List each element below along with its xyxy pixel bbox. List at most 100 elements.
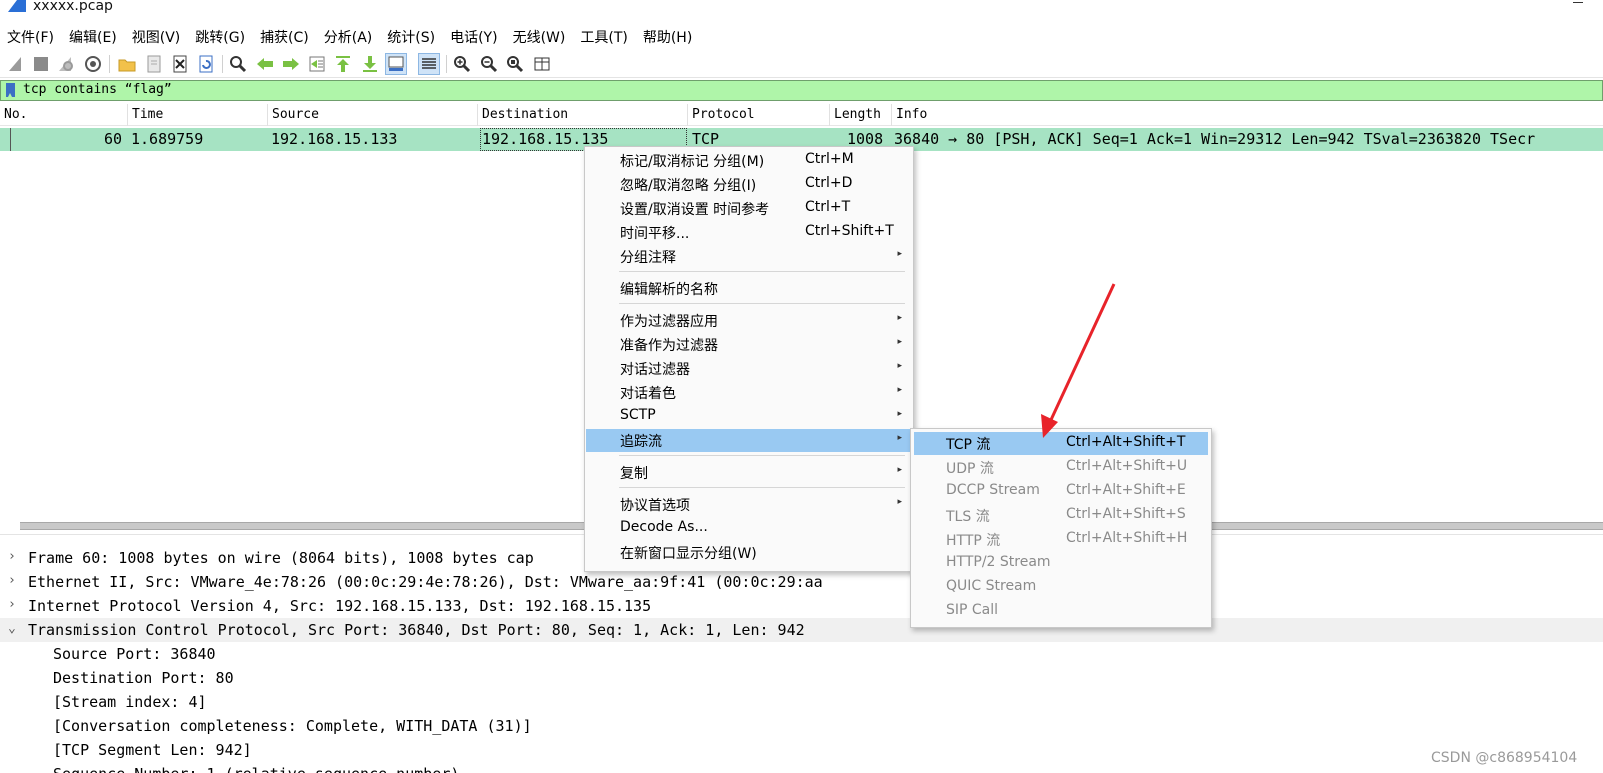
colorize-icon[interactable] bbox=[418, 53, 440, 75]
menu-item-label: UDP 流 bbox=[946, 461, 994, 477]
wireshark-logo-icon bbox=[8, 0, 26, 12]
menu-item-label: HTTP/2 Stream bbox=[946, 554, 1051, 570]
menu-item-label: 忽略/取消忽略 分组(I) bbox=[620, 178, 757, 194]
menu-item-apply-as-filter[interactable]: 作为过滤器应用 ▸ bbox=[586, 309, 912, 332]
menu-statistics[interactable]: 统计(S) bbox=[380, 24, 443, 48]
menu-item-label: 在新窗口显示分组(W) bbox=[620, 546, 757, 562]
submenu-item-sip-call[interactable]: SIP Call bbox=[914, 600, 1208, 623]
menu-item-protocol-preferences[interactable]: 协议首选项 ▸ bbox=[586, 493, 912, 516]
detail-row-seq-number[interactable]: Sequence Number: 1 (relative sequence nu… bbox=[0, 762, 1603, 773]
column-header-protocol[interactable]: Protocol bbox=[688, 104, 830, 126]
detail-row-src-port[interactable]: Source Port: 36840 bbox=[0, 642, 1603, 666]
zoom-normal-icon[interactable] bbox=[505, 54, 525, 74]
go-back-icon[interactable] bbox=[255, 54, 275, 74]
stop-icon[interactable] bbox=[31, 54, 51, 74]
submenu-item-tcp-stream[interactable]: TCP 流 Ctrl+Alt+Shift+T bbox=[914, 432, 1208, 455]
zoom-out-icon[interactable] bbox=[479, 54, 499, 74]
menu-file[interactable]: 文件(F) bbox=[0, 24, 62, 48]
save-file-icon[interactable] bbox=[144, 54, 164, 74]
menu-help[interactable]: 帮助(H) bbox=[636, 24, 700, 48]
menu-item-edit-resolved-name[interactable]: 编辑解析的名称 bbox=[586, 277, 912, 300]
submenu-item-quic-stream[interactable]: QUIC Stream bbox=[914, 576, 1208, 599]
menu-view[interactable]: 视图(V) bbox=[125, 24, 189, 48]
submenu-item-http2-stream[interactable]: HTTP/2 Stream bbox=[914, 552, 1208, 575]
menu-analyze[interactable]: 分析(A) bbox=[317, 24, 381, 48]
display-filter-bar[interactable]: tcp contains “flag” bbox=[0, 80, 1603, 101]
menu-item-conversation-filter[interactable]: 对话过滤器 ▸ bbox=[586, 357, 912, 380]
submenu-item-udp-stream[interactable]: UDP 流 Ctrl+Alt+Shift+U bbox=[914, 456, 1208, 479]
menu-item-shortcut: Ctrl+M bbox=[805, 151, 854, 167]
zoom-in-icon[interactable] bbox=[452, 54, 472, 74]
window-title: xxxxx.pcap bbox=[33, 0, 113, 14]
menu-item-time-shift[interactable]: 时间平移... Ctrl+Shift+T bbox=[586, 221, 912, 244]
detail-row-stream-index[interactable]: [Stream index: 4] bbox=[0, 690, 1603, 714]
detail-row-completeness[interactable]: [Conversation completeness: Complete, WI… bbox=[0, 714, 1603, 738]
column-header-destination[interactable]: Destination bbox=[478, 104, 688, 126]
open-file-icon[interactable] bbox=[117, 54, 137, 74]
menu-item-follow-stream[interactable]: 追踪流 ▸ bbox=[586, 429, 912, 452]
submenu-item-dccp-stream[interactable]: DCCP Stream Ctrl+Alt+Shift+E bbox=[914, 480, 1208, 503]
go-forward-icon[interactable] bbox=[281, 54, 301, 74]
collapse-arrow-icon[interactable]: ⌄ bbox=[8, 621, 16, 636]
minimize-icon[interactable] bbox=[1573, 2, 1583, 3]
find-icon[interactable] bbox=[228, 54, 248, 74]
menu-separator bbox=[619, 303, 905, 304]
expand-arrow-icon[interactable]: › bbox=[8, 573, 16, 588]
go-first-icon[interactable] bbox=[333, 54, 353, 74]
bookmark-icon[interactable] bbox=[6, 83, 15, 97]
menu-item-ignore-packet[interactable]: 忽略/取消忽略 分组(I) Ctrl+D bbox=[586, 173, 912, 196]
menu-item-mark-packet[interactable]: 标记/取消标记 分组(M) Ctrl+M bbox=[586, 149, 912, 172]
expand-arrow-icon[interactable]: › bbox=[8, 549, 16, 564]
menu-telephony[interactable]: 电话(Y) bbox=[443, 24, 505, 48]
menu-item-label: TLS 流 bbox=[946, 509, 990, 525]
menu-item-packet-comment[interactable]: 分组注释 ▸ bbox=[586, 245, 912, 268]
close-file-icon[interactable] bbox=[170, 54, 190, 74]
menu-item-shortcut: Ctrl+Alt+Shift+S bbox=[1066, 506, 1186, 522]
menu-item-prepare-as-filter[interactable]: 准备作为过滤器 ▸ bbox=[586, 333, 912, 356]
expand-arrow-icon[interactable]: › bbox=[8, 597, 16, 612]
menu-capture[interactable]: 捕获(C) bbox=[253, 24, 317, 48]
submenu-item-http-stream[interactable]: HTTP 流 Ctrl+Alt+Shift+H bbox=[914, 528, 1208, 551]
detail-row-tcp[interactable]: ⌄ Transmission Control Protocol, Src Por… bbox=[0, 618, 1603, 642]
menu-item-sctp[interactable]: SCTP ▸ bbox=[586, 405, 912, 428]
restart-icon[interactable] bbox=[56, 54, 76, 74]
menu-item-label: 复制 bbox=[620, 466, 648, 482]
menu-wireless[interactable]: 无线(W) bbox=[506, 24, 574, 48]
menu-item-shortcut: Ctrl+D bbox=[805, 175, 853, 191]
column-header-no[interactable]: No. bbox=[0, 104, 128, 126]
menu-separator bbox=[619, 487, 905, 488]
detail-row-ipv4[interactable]: › Internet Protocol Version 4, Src: 192.… bbox=[0, 594, 1603, 618]
detail-row-dst-port[interactable]: Destination Port: 80 bbox=[0, 666, 1603, 690]
submenu-arrow-icon: ▸ bbox=[897, 385, 902, 395]
shark-fin-start-icon[interactable] bbox=[6, 54, 26, 74]
column-header-info[interactable]: Info bbox=[892, 104, 1603, 126]
menu-item-shortcut: Ctrl+Alt+Shift+T bbox=[1066, 434, 1186, 450]
menu-item-label: 编辑解析的名称 bbox=[620, 282, 718, 298]
display-filter-input[interactable]: tcp contains “flag” bbox=[23, 82, 172, 97]
menu-item-copy[interactable]: 复制 ▸ bbox=[586, 461, 912, 484]
resize-columns-icon[interactable] bbox=[532, 54, 552, 74]
column-header-source[interactable]: Source bbox=[268, 104, 478, 126]
menu-item-colorize-conversation[interactable]: 对话着色 ▸ bbox=[586, 381, 912, 404]
auto-scroll-icon[interactable] bbox=[385, 53, 407, 75]
reload-icon[interactable] bbox=[196, 54, 216, 74]
column-header-length[interactable]: Length bbox=[830, 104, 892, 126]
menu-go[interactable]: 跳转(G) bbox=[188, 24, 253, 48]
column-header-time[interactable]: Time bbox=[128, 104, 268, 126]
submenu-item-tls-stream[interactable]: TLS 流 Ctrl+Alt+Shift+S bbox=[914, 504, 1208, 527]
go-last-icon[interactable] bbox=[360, 54, 380, 74]
menu-tools[interactable]: 工具(T) bbox=[573, 24, 635, 48]
detail-text: [Conversation completeness: Complete, WI… bbox=[53, 717, 532, 735]
menu-item-label: 对话着色 bbox=[620, 386, 676, 402]
menu-item-label: SIP Call bbox=[946, 602, 999, 618]
detail-text: Internet Protocol Version 4, Src: 192.16… bbox=[28, 597, 652, 615]
menu-item-time-reference[interactable]: 设置/取消设置 时间参考 Ctrl+T bbox=[586, 197, 912, 220]
go-to-packet-icon[interactable] bbox=[307, 54, 327, 74]
menu-item-show-in-new-window[interactable]: 在新窗口显示分组(W) bbox=[586, 541, 912, 564]
detail-row-ethernet[interactable]: › Ethernet II, Src: VMware_4e:78:26 (00:… bbox=[0, 570, 1603, 594]
menu-item-decode-as[interactable]: Decode As... bbox=[586, 517, 912, 540]
menu-edit[interactable]: 编辑(E) bbox=[62, 24, 125, 48]
capture-options-icon[interactable] bbox=[83, 54, 103, 74]
menu-item-label: TCP 流 bbox=[946, 437, 991, 453]
detail-row-segment-len[interactable]: [TCP Segment Len: 942] bbox=[0, 738, 1603, 762]
